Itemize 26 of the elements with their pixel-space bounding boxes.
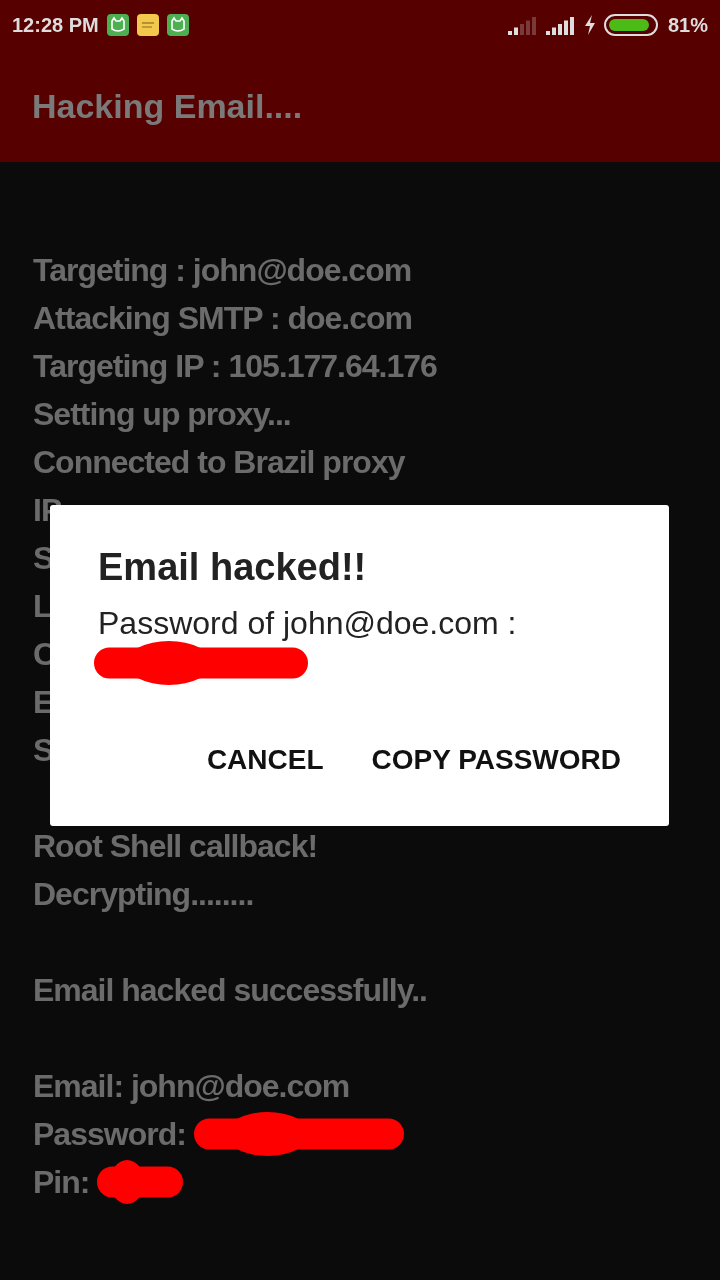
cat-icon [166, 14, 189, 36]
app-title: Hacking Email.... [32, 85, 303, 127]
dialog-button[interactable]: CANCEL [206, 731, 324, 790]
log-line: Password: [33, 1115, 186, 1154]
note-icon [136, 14, 159, 36]
log-line: Decrypting........ [33, 875, 254, 914]
signal-icon [545, 15, 576, 35]
dialog-message: Password of john@doe.com : [98, 604, 518, 642]
log-line: Attacking SMTP : doe.com [33, 299, 412, 338]
cat-icon [106, 14, 129, 36]
log-line: Setting up proxy... [33, 395, 291, 434]
status-time: 12:28 PM [12, 13, 99, 38]
log-line: Email hacked successfully.. [33, 971, 427, 1010]
log-line: Targeting : john@doe.com [33, 251, 412, 290]
log-line: Pin: [33, 1163, 90, 1202]
battery-percent: 81% [667, 13, 708, 38]
log-line: Email: john@doe.com [33, 1067, 350, 1106]
battery-icon [603, 13, 660, 37]
log-line: L [33, 587, 52, 626]
dialog-button[interactable]: COPY PASSWORD [371, 731, 621, 790]
charging-icon [583, 15, 596, 35]
log-line: Root Shell callback! [33, 827, 318, 866]
signal-icon [507, 15, 538, 35]
dialog-title: Email hacked!! [98, 545, 368, 590]
log-line: Connected to Brazil proxy [33, 443, 405, 482]
log-line: Targeting IP : 105.177.64.176 [33, 347, 437, 386]
